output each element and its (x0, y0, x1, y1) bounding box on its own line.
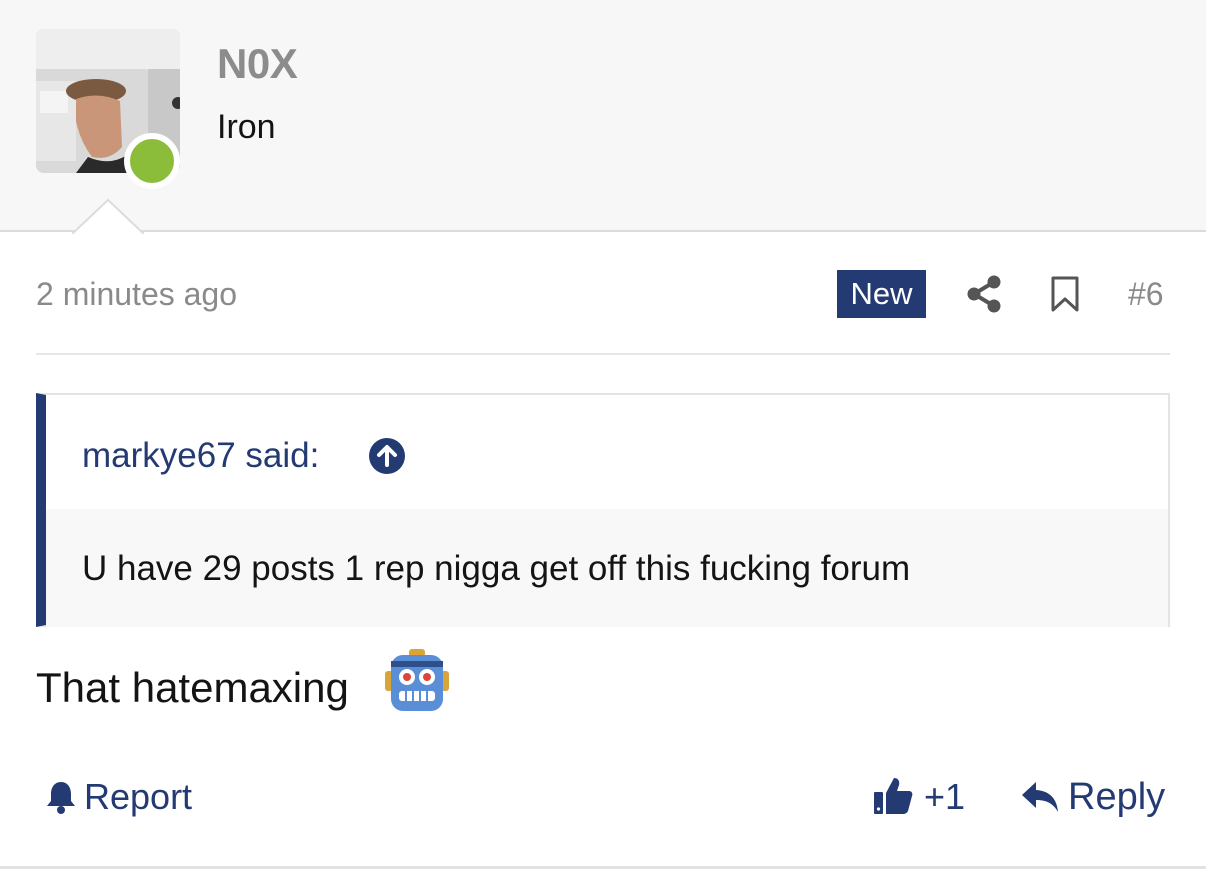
quote-author-link[interactable]: markye67 said: (82, 436, 319, 476)
reply-label: Reply (1068, 775, 1166, 818)
report-label: Report (84, 776, 193, 817)
username[interactable]: N0X (217, 40, 298, 88)
like-count[interactable]: +1 (924, 776, 965, 818)
reply-button[interactable]: Reply (1020, 774, 1165, 820)
quote-header: markye67 said: (46, 395, 1168, 509)
arrow-up-circle-icon[interactable] (368, 437, 406, 475)
reply-arrow-icon (1022, 782, 1058, 812)
header-pointer-arrow (72, 198, 144, 234)
post-timestamp[interactable]: 2 minutes ago (36, 276, 237, 313)
thumbs-up-icon[interactable] (872, 774, 914, 816)
quote-body: U have 29 posts 1 rep nigga get off this… (46, 509, 1168, 627)
online-status-indicator (124, 133, 180, 189)
quote-text: U have 29 posts 1 rep nigga get off this… (82, 549, 911, 588)
share-icon[interactable] (966, 275, 1002, 313)
post-bottom-border (0, 866, 1206, 869)
meta-divider (36, 353, 1170, 355)
bookmark-icon[interactable] (1050, 275, 1080, 313)
post-number-link[interactable]: #6 (1128, 276, 1164, 313)
report-button[interactable]: Report (44, 774, 192, 820)
user-title: Iron (217, 108, 276, 146)
avatar-container[interactable] (36, 29, 180, 189)
robot-face-icon (385, 649, 449, 711)
new-badge: New (837, 270, 926, 318)
post-message: That hatemaxing (36, 664, 349, 711)
user-header: N0X Iron (0, 0, 1206, 234)
bell-icon (47, 782, 75, 814)
quote-block: markye67 said: U have 29 posts 1 rep nig… (36, 393, 1170, 627)
